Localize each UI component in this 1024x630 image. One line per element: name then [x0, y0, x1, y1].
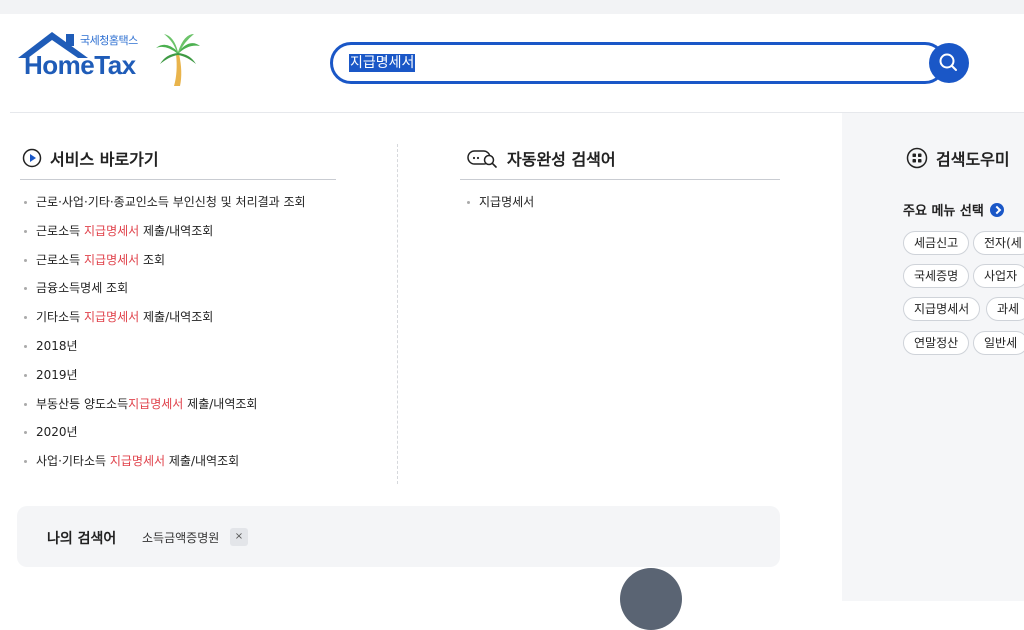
service-item-text: 금융소득명세 조회	[36, 281, 129, 296]
service-item-text: 제출/내역조회	[139, 223, 214, 238]
main-menu-select[interactable]: 주요 메뉴 선택	[903, 200, 1004, 219]
chat-search-icon	[467, 148, 499, 168]
service-item-text: 2018년	[36, 338, 78, 353]
autocomplete-title-underline	[460, 179, 780, 180]
my-search-keyword[interactable]: 소득금액증명원	[142, 529, 219, 546]
main-menu-select-label: 주요 메뉴 선택	[903, 204, 984, 219]
chip-business[interactable]: 사업자	[973, 264, 1024, 288]
service-list-item[interactable]: 2019년	[22, 361, 352, 390]
service-shortcut-title: 서비스 바로가기	[22, 146, 159, 170]
autocomplete-list: 지급명세서	[465, 188, 765, 217]
my-search-panel: 나의 검색어 소득금액증명원 ×	[17, 506, 780, 567]
service-item-text: 2020년	[36, 425, 78, 440]
chip-year-end-settlement[interactable]: 연말정산	[903, 331, 970, 355]
service-item-text: 부동산등 양도소득	[36, 396, 129, 411]
service-list-item[interactable]: 2018년	[22, 332, 352, 361]
service-item-text: 2019년	[36, 367, 78, 382]
chip-tax-certificate[interactable]: 국세증명	[903, 264, 970, 288]
keyword-highlight: 지급명세서	[128, 396, 184, 411]
service-list-item[interactable]: 부동산등 양도소득지급명세서 제출/내역조회	[22, 390, 352, 419]
chip-taxation[interactable]: 과세	[986, 297, 1024, 321]
service-list-item[interactable]: 근로소득 지급명세서 조회	[22, 246, 352, 275]
keyword-highlight: 지급명세서	[109, 454, 166, 469]
service-list-item[interactable]: 2020년	[22, 418, 352, 447]
chevron-right-icon	[989, 203, 1004, 217]
search-icon	[939, 53, 957, 71]
service-list-item[interactable]: 사업·기타소득 지급명세서 제출/내역조회	[22, 447, 352, 476]
service-item-text: 근로소득	[36, 252, 84, 267]
search-input[interactable]: 지급명세서	[349, 54, 416, 72]
service-item-text: 근로·사업·기타·종교인소득 부인신청 및 처리결과 조회	[36, 195, 306, 209]
service-item-text: 근로소득	[36, 223, 84, 238]
top-strip	[0, 0, 1024, 14]
service-shortcut-title-text: 서비스 바로가기	[50, 150, 159, 169]
hometax-logo[interactable]: 국세청홈택스 HomeTax	[16, 28, 206, 92]
service-list-item[interactable]: 근로·사업·기타·종교인소득 부인신청 및 처리결과 조회	[22, 188, 352, 217]
search-helper-title: 검색도우미	[906, 146, 1010, 170]
service-item-text: 기타소득	[36, 310, 84, 325]
service-title-underline	[20, 179, 336, 180]
service-item-text: 조회	[139, 252, 166, 267]
search-helper-panel	[842, 113, 1024, 601]
keyword-highlight: 지급명세서	[83, 252, 140, 267]
chip-payment-statement[interactable]: 지급명세서	[903, 297, 981, 321]
search-box: 지급명세서	[330, 42, 946, 84]
service-list-item[interactable]: 기타소득 지급명세서 제출/내역조회	[22, 303, 352, 332]
chip-tax-filing[interactable]: 세금신고	[903, 231, 970, 255]
logo-subtitle: 국세청홈택스	[80, 34, 138, 47]
remove-keyword-icon[interactable]: ×	[230, 528, 248, 546]
autocomplete-item[interactable]: 지급명세서	[465, 188, 765, 217]
chip-e-tax[interactable]: 전자(세	[973, 231, 1024, 255]
service-item-text: 제출/내역조회	[183, 396, 258, 411]
service-list: 근로·사업·기타·종교인소득 부인신청 및 처리결과 조회근로소득 지급명세서 …	[22, 188, 352, 476]
keyword-highlight: 지급명세서	[83, 223, 140, 238]
autocomplete-title: 자동완성 검색어	[467, 146, 616, 170]
logo-title: HomeTax	[24, 50, 136, 80]
service-list-item[interactable]: 금융소득명세 조회	[22, 274, 352, 303]
service-list-item[interactable]: 근로소득 지급명세서 제출/내역조회	[22, 217, 352, 246]
service-item-text: 제출/내역조회	[139, 310, 214, 325]
search-helper-title-text: 검색도우미	[936, 150, 1010, 169]
grid-circle-icon	[906, 147, 928, 169]
keyword-highlight: 지급명세서	[83, 310, 140, 325]
chip-general[interactable]: 일반세	[973, 331, 1024, 355]
service-item-text: 사업·기타소득	[36, 454, 110, 469]
my-search-label: 나의 검색어	[47, 531, 117, 547]
palm-tree-icon	[156, 34, 200, 86]
play-circle-icon	[22, 148, 42, 168]
autocomplete-title-text: 자동완성 검색어	[507, 150, 616, 169]
scroll-top-button[interactable]	[620, 568, 682, 630]
search-button[interactable]	[929, 43, 969, 83]
service-item-text: 제출/내역조회	[165, 454, 240, 469]
column-divider	[397, 144, 398, 484]
